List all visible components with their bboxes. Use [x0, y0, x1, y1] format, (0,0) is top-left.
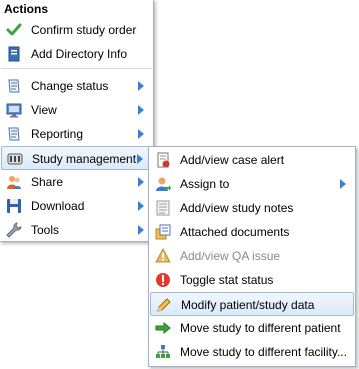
- status-document-icon: [6, 78, 22, 94]
- directory-book-icon: [6, 46, 22, 62]
- submenu-item-label: Assign to: [180, 177, 230, 191]
- submenu-arrow-icon: [340, 179, 346, 189]
- submenu-item-move-to-patient[interactable]: Move study to different patient: [150, 316, 354, 340]
- study-management-icon: [7, 151, 23, 167]
- wrench-icon: [6, 222, 22, 238]
- menu-item-label: Share: [31, 175, 64, 189]
- qa-warning-icon: [155, 248, 171, 264]
- menu-item-change-status[interactable]: Change status: [1, 74, 152, 98]
- submenu-arrow-icon: [138, 225, 144, 235]
- submenu-item-assign-to[interactable]: Assign to: [150, 172, 354, 196]
- facility-tree-icon: [155, 344, 171, 360]
- menu-item-label: Confirm study order: [31, 23, 137, 37]
- submenu-item-label: Move study to different patient: [180, 321, 341, 335]
- menu-item-confirm-study-order[interactable]: Confirm study order: [1, 18, 152, 42]
- submenu-item-label: Add/view QA issue: [180, 249, 281, 263]
- menu-item-download[interactable]: Download: [1, 194, 152, 218]
- floppy-disk-icon: [6, 198, 22, 214]
- report-document-icon: [6, 126, 22, 142]
- submenu-item-label: Toggle stat status: [180, 273, 274, 287]
- share-users-icon: [6, 174, 22, 190]
- assign-user-icon: [155, 176, 171, 192]
- menu-item-share[interactable]: Share: [1, 170, 152, 194]
- menu-item-add-directory-info[interactable]: Add Directory Info: [1, 42, 152, 66]
- menu-item-reporting[interactable]: Reporting: [1, 122, 152, 146]
- submenu-arrow-icon: [138, 105, 144, 115]
- submenu-arrow-icon: [138, 129, 144, 139]
- menu-item-label: Study management: [32, 152, 137, 166]
- menu-header: Actions: [4, 2, 49, 16]
- submenu-arrow-icon: [138, 177, 144, 187]
- monitor-icon: [6, 102, 22, 118]
- submenu-item-attached-documents[interactable]: Attached documents: [150, 220, 354, 244]
- case-alert-icon: [155, 152, 171, 168]
- submenu-item-label: Attached documents: [180, 225, 290, 239]
- submenu-item-label: Add/view case alert: [180, 153, 285, 167]
- checkmark-icon: [6, 22, 22, 38]
- menu-item-label: Add Directory Info: [31, 47, 128, 61]
- actions-menu: Actions Confirm study order Add Director…: [0, 0, 154, 242]
- menu-divider: [1, 68, 152, 69]
- menu-item-label: Tools: [31, 223, 60, 237]
- submenu-item-label: Modify patient/study data: [181, 298, 315, 312]
- menu-item-label: View: [31, 103, 57, 117]
- submenu-arrow-icon: [138, 201, 144, 211]
- menu-item-view[interactable]: View: [1, 98, 152, 122]
- submenu-item-toggle-stat-status[interactable]: Toggle stat status: [150, 268, 354, 292]
- menu-item-tools[interactable]: Tools: [1, 218, 152, 242]
- submenu-arrow-icon: [138, 81, 144, 91]
- submenu-item-qa-issue[interactable]: Add/view QA issue: [150, 244, 354, 268]
- submenu-item-case-alert[interactable]: Add/view case alert: [150, 148, 354, 172]
- submenu-item-study-notes[interactable]: Add/view study notes: [150, 196, 354, 220]
- attached-documents-icon: [155, 224, 171, 240]
- submenu-item-modify-patient-study-data[interactable]: Modify patient/study data: [150, 292, 354, 316]
- green-arrow-icon: [155, 320, 171, 336]
- submenu-item-label: Move study to different facility...: [180, 345, 347, 359]
- stat-alert-icon: [155, 272, 171, 288]
- study-management-submenu: Add/view case alert Assign to Add/view s…: [148, 146, 356, 367]
- submenu-item-label: Add/view study notes: [180, 201, 294, 215]
- pencil-icon: [156, 297, 172, 313]
- menu-item-label: Change status: [31, 79, 109, 93]
- notes-icon: [155, 200, 171, 216]
- submenu-item-move-to-facility[interactable]: Move study to different facility...: [150, 340, 354, 364]
- submenu-arrow-icon: [137, 154, 143, 164]
- menu-item-study-management[interactable]: Study management: [1, 146, 152, 170]
- menu-item-label: Reporting: [31, 127, 84, 141]
- menu-item-label: Download: [31, 199, 85, 213]
